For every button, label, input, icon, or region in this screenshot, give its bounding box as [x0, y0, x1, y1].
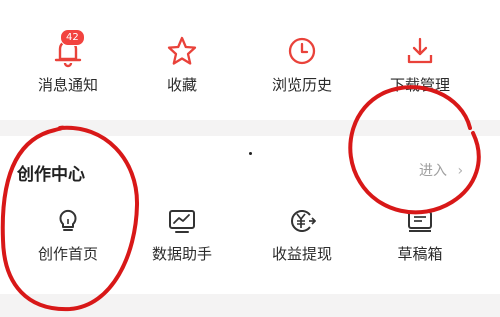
chevron-right-icon: › [457, 163, 464, 179]
creator-item-label: 收益提现 [271, 245, 332, 263]
yuan-coin-icon [291, 210, 316, 232]
menu-item-downloads[interactable]: 下载管理 [360, 35, 480, 95]
lightbulb-icon [59, 209, 77, 231]
creator-item-label: 草稿箱 [397, 245, 443, 263]
menu-item-label: 收藏 [166, 76, 197, 94]
menu-item-label: 下载管理 [389, 76, 450, 94]
menu-item-label: 浏览历史 [271, 76, 332, 94]
creator-item-label: 创作首页 [37, 245, 98, 263]
star-icon [167, 36, 197, 65]
draft-box-icon [408, 211, 432, 232]
creator-item-label: 数据助手 [151, 245, 212, 263]
clock-icon [288, 37, 316, 65]
enter-label: 进入 [419, 163, 447, 179]
enter-creator-center-link[interactable]: 进入 › [419, 160, 463, 180]
creator-item-home[interactable]: 创作首页 [8, 207, 128, 264]
notification-count-badge: 42 [60, 29, 85, 46]
section-title: 创作中心 [17, 165, 85, 185]
creator-item-earnings[interactable]: 收益提现 [242, 207, 362, 264]
menu-item-favorites[interactable]: 收藏 [122, 35, 242, 95]
creator-item-drafts[interactable]: 草稿箱 [360, 207, 480, 264]
chart-monitor-icon [169, 210, 195, 233]
menu-item-label: 消息通知 [37, 76, 98, 94]
menu-item-history[interactable]: 浏览历史 [242, 35, 362, 95]
stray-dot [249, 152, 252, 155]
creator-item-data-assistant[interactable]: 数据助手 [122, 207, 242, 264]
download-icon [407, 37, 433, 64]
